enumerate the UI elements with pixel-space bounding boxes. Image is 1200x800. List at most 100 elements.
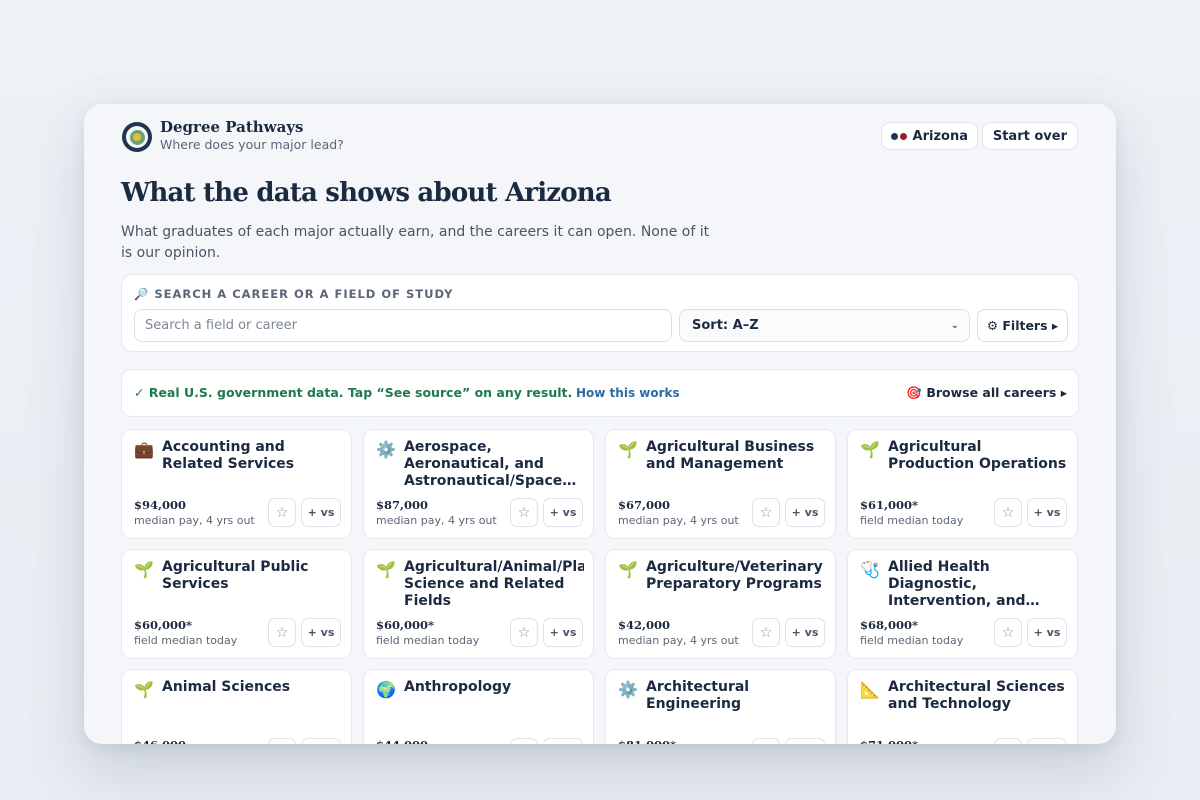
card-pay-note: field median today: [860, 634, 964, 647]
card-pay: $46,000: [134, 738, 186, 744]
state-selector-button[interactable]: Arizona: [880, 122, 978, 150]
compare-button[interactable]: + vs: [543, 738, 583, 744]
star-icon[interactable]: ☆: [752, 738, 780, 744]
compare-button[interactable]: + vs: [301, 618, 341, 647]
compare-button[interactable]: + vs: [1027, 738, 1067, 744]
result-card[interactable]: 💼 Accounting and Related Services $94,000 m…: [121, 429, 352, 539]
info-bar: ✓ Real U.S. government data. Tap “See so…: [121, 369, 1079, 417]
seedling-icon: 🌱: [134, 680, 154, 699]
card-pay: $44,000: [376, 738, 428, 744]
card-pay: $60,000*: [134, 618, 193, 632]
result-card[interactable]: 🌱Animal Sciences$46,000median pay, 4 yrs…: [121, 669, 352, 744]
browse-all-careers-button[interactable]: 🎯 Browse all careers ▸: [906, 385, 1067, 401]
result-card[interactable]: 🌱 Agricultural Business and Management $67…: [605, 429, 836, 539]
card-title[interactable]: Animal Sciences: [162, 679, 342, 696]
logo-icon: [122, 122, 152, 152]
seedling-icon: 🌱: [376, 560, 396, 579]
card-pay: $94,000: [134, 498, 187, 512]
sort-label: Sort: A–Z: [692, 318, 759, 333]
card-title[interactable]: Anthropology: [404, 679, 584, 696]
app-window: Degree Pathways Where does your major le…: [84, 104, 1116, 744]
seedling-icon: 🌱: [618, 440, 638, 459]
compare-button[interactable]: + vs: [785, 498, 825, 527]
card-title[interactable]: Agricultural Production Operations: [888, 439, 1068, 473]
star-icon[interactable]: ☆: [268, 738, 296, 744]
gear-icon: ⚙️: [376, 440, 396, 459]
brand-subtitle: Where does your major lead?: [160, 137, 344, 152]
result-card[interactable]: 🌍Anthropology$44,000median pay, 4 yrs ou…: [363, 669, 594, 744]
state-dots-icon: [890, 132, 907, 140]
globe-icon: 🌍: [376, 680, 396, 699]
card-pay: $68,000*: [860, 618, 919, 632]
sort-select[interactable]: Sort: A–Z ⌄: [679, 309, 970, 342]
card-title[interactable]: Agriculture/Veterinary Preparatory Progr…: [646, 559, 826, 593]
compare-button[interactable]: + vs: [543, 498, 583, 527]
card-title[interactable]: Aerospace, Aeronautical, and Astronautic…: [404, 439, 584, 490]
star-icon[interactable]: ☆: [994, 738, 1022, 744]
result-card[interactable]: 🌱 Agricultural/Animal/Plant/Veterinary Sc…: [363, 549, 594, 659]
brand-title: Degree Pathways: [160, 118, 304, 136]
result-card[interactable]: ⚙️ Aerospace, Aeronautical, and Astronaut…: [363, 429, 594, 539]
card-pay: $71,000*: [860, 738, 918, 744]
card-pay-note: median pay, 4 yrs out: [618, 514, 739, 527]
star-icon[interactable]: ☆: [752, 498, 780, 527]
page-title: What the data shows about Arizona: [121, 178, 612, 208]
star-icon[interactable]: ☆: [994, 618, 1022, 647]
compare-button[interactable]: + vs: [785, 738, 825, 744]
result-card[interactable]: 📐 Architectural Sciences and Technology $7…: [847, 669, 1078, 744]
how-this-works-link[interactable]: How this works: [576, 386, 680, 400]
card-pay-note: field median today: [376, 634, 480, 647]
card-pay: $60,000*: [376, 618, 435, 632]
card-pay-note: median pay, 4 yrs out: [376, 514, 497, 527]
card-title[interactable]: Architectural Engineering: [646, 679, 826, 713]
compare-button[interactable]: + vs: [301, 498, 341, 527]
app-header: Degree Pathways Where does your major le…: [122, 118, 1078, 154]
star-icon[interactable]: ☆: [752, 618, 780, 647]
filters-button[interactable]: ⚙ Filters ▸: [977, 309, 1068, 342]
seedling-icon: 🌱: [134, 560, 154, 579]
briefcase-icon: 💼: [134, 440, 154, 459]
card-title[interactable]: Allied Health Diagnostic, Intervention, …: [888, 559, 1068, 610]
compare-button[interactable]: + vs: [785, 618, 825, 647]
result-card[interactable]: ⚙️Architectural Engineering$81,000*field…: [605, 669, 836, 744]
start-over-button[interactable]: Start over: [981, 122, 1078, 150]
card-title[interactable]: Agricultural Public Services: [162, 559, 342, 593]
result-card[interactable]: 🩺 Allied Health Diagnostic, Intervention,…: [847, 549, 1078, 659]
card-pay-note: median pay, 4 yrs out: [618, 634, 739, 647]
card-pay: $81,000*: [618, 738, 676, 744]
card-pay: $87,000: [376, 498, 429, 512]
star-icon[interactable]: ☆: [510, 738, 538, 744]
triangle-ruler-icon: 📐: [860, 680, 880, 699]
card-pay-note: field median today: [860, 514, 964, 527]
compare-button[interactable]: + vs: [1027, 618, 1067, 647]
star-icon[interactable]: ☆: [268, 618, 296, 647]
compare-button[interactable]: + vs: [543, 618, 583, 647]
results-grid: 💼 Accounting and Related Services $94,000 m…: [121, 429, 1079, 744]
card-title[interactable]: Accounting and Related Services: [162, 439, 342, 473]
star-icon[interactable]: ☆: [510, 618, 538, 647]
page-intro: What graduates of each major actually ea…: [121, 224, 710, 261]
result-card[interactable]: 🌱 Agriculture/Veterinary Preparatory Prog…: [605, 549, 836, 659]
card-pay: $67,000: [618, 498, 671, 512]
compare-button[interactable]: + vs: [301, 738, 341, 744]
search-input[interactable]: [134, 309, 672, 342]
card-title[interactable]: Agricultural/Animal/Plant/Veterinary Sci…: [404, 559, 584, 610]
card-pay-note: field median today: [134, 634, 238, 647]
star-icon[interactable]: ☆: [268, 498, 296, 527]
card-title[interactable]: Architectural Sciences and Technology: [888, 679, 1068, 713]
seedling-icon: 🌱: [618, 560, 638, 579]
compare-button[interactable]: + vs: [1027, 498, 1067, 527]
star-icon[interactable]: ☆: [994, 498, 1022, 527]
result-card[interactable]: 🌱 Agricultural Public Services $60,000* fie…: [121, 549, 352, 659]
search-panel: 🔎 SEARCH A CAREER OR A FIELD OF STUDY So…: [121, 274, 1079, 352]
gear-icon: ⚙️: [618, 680, 638, 699]
stethoscope-icon: 🩺: [860, 560, 880, 579]
card-pay: $61,000*: [860, 498, 919, 512]
result-card[interactable]: 🌱 Agricultural Production Operations $61,0…: [847, 429, 1078, 539]
card-pay: $42,000: [618, 618, 671, 632]
card-title[interactable]: Agricultural Business and Management: [646, 439, 826, 473]
state-label: Arizona: [912, 128, 968, 144]
star-icon[interactable]: ☆: [510, 498, 538, 527]
seedling-icon: 🌱: [860, 440, 880, 459]
search-label: 🔎 SEARCH A CAREER OR A FIELD OF STUDY: [134, 287, 454, 301]
